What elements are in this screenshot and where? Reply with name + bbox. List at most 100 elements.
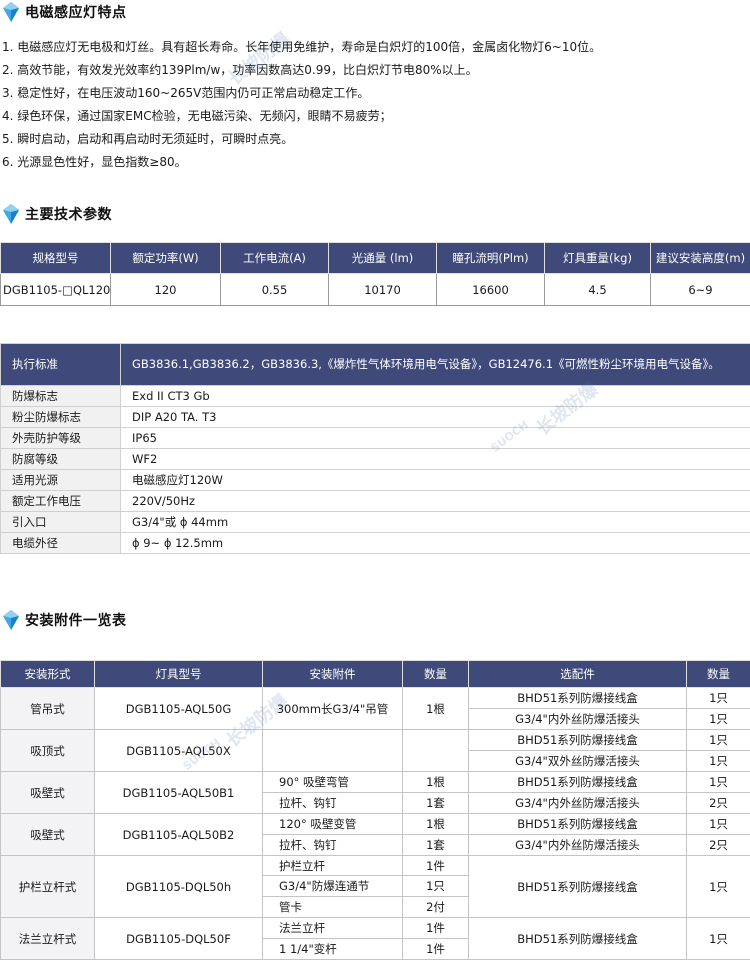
option-name: G3/4"双外丝防爆活接头 bbox=[468, 750, 687, 772]
table-row: 吸壁式 DGB1105-AQL50B1 90° 吸壁弯管 1根 BHD51系列防… bbox=[0, 771, 750, 814]
accessory-header: 安装形式 bbox=[0, 660, 95, 688]
spec-cell: 16600 bbox=[436, 273, 545, 306]
feature-item: 3. 稳定性好，在电压波动160~265V范围内仍可正常启动稳定工作。 bbox=[2, 86, 370, 100]
param-label: 电缆外径 bbox=[0, 532, 121, 554]
option-name: BHD51系列防爆接线盒 bbox=[468, 771, 687, 793]
option-name: BHD51系列防爆接线盒 bbox=[468, 687, 687, 709]
fitting-name: 300mm长G3/4"吊管 bbox=[262, 687, 403, 730]
param-header-label: 执行标准 bbox=[0, 343, 121, 386]
lamp-model: DGB1105-AQL50G bbox=[94, 687, 263, 730]
option-qty: 1只 bbox=[686, 855, 750, 918]
accessory-header: 灯具型号 bbox=[94, 660, 263, 688]
param-label: 粉尘防爆标志 bbox=[0, 406, 121, 428]
option-name: BHD51系列防爆接线盒 bbox=[468, 813, 687, 835]
spec-header: 光通量 (lm) bbox=[328, 242, 437, 274]
fitting-qty: 1根 bbox=[402, 687, 469, 730]
spec-cell: 6~9 bbox=[650, 273, 750, 306]
param-value: WF2 bbox=[120, 448, 750, 470]
feature-list: 1. 电磁感应灯无电极和灯丝。具有超长寿命。长年使用免维护，寿命是白炽灯的100… bbox=[0, 36, 750, 174]
param-value: 电磁感应灯120W bbox=[120, 469, 750, 491]
param-header-row: 执行标准 GB3836.1,GB3836.2，GB3836.3,《爆炸性气体环境… bbox=[0, 343, 750, 386]
diamond-icon bbox=[3, 610, 19, 630]
spec-header-row: 规格型号 额定功率(W) 工作电流(A) 光通量 (lm) 瞳孔流明(Plm) … bbox=[0, 242, 750, 274]
spec-value-row: DGB1105-□QL120 120 0.55 10170 16600 4.5 … bbox=[0, 273, 750, 306]
accessory-header: 数量 bbox=[402, 660, 469, 688]
option-qty: 1只 bbox=[686, 729, 750, 751]
fitting-qty: 2付 bbox=[402, 896, 469, 918]
table-row: 护栏立杆式 DGB1105-DQL50h 护栏立杆 1件 BHD51系列防爆接线… bbox=[0, 855, 750, 918]
specs-title: 主要技术参数 bbox=[25, 207, 112, 223]
param-label: 防爆标志 bbox=[0, 385, 121, 407]
param-value: Exd II CT3 Gb bbox=[120, 385, 750, 407]
spec-header: 额定功率(W) bbox=[110, 242, 221, 274]
spec-header: 灯具重量(kg) bbox=[544, 242, 651, 274]
param-row: 额定工作电压 220V/50Hz bbox=[0, 490, 750, 512]
accessories-heading: 安装附件一览表 bbox=[0, 608, 127, 632]
fitting-name: G3/4"防爆连通节 bbox=[262, 875, 403, 897]
feature-item: 1. 电磁感应灯无电极和灯丝。具有超长寿命。长年使用免维护，寿命是白炽灯的100… bbox=[2, 40, 602, 54]
spec-table: 规格型号 额定功率(W) 工作电流(A) 光通量 (lm) 瞳孔流明(Plm) … bbox=[0, 242, 750, 306]
param-row: 适用光源 电磁感应灯120W bbox=[0, 469, 750, 491]
accessory-header: 选配件 bbox=[468, 660, 687, 688]
param-row: 防腐等级 WF2 bbox=[0, 448, 750, 470]
option-name: G3/4"内外丝防爆活接头 bbox=[468, 834, 687, 856]
param-value: IP65 bbox=[120, 427, 750, 449]
param-label: 适用光源 bbox=[0, 469, 121, 491]
install-form: 法兰立杆式 bbox=[0, 917, 95, 960]
fitting-qty: 1件 bbox=[402, 855, 469, 876]
option-qty: 1只 bbox=[686, 708, 750, 730]
fitting-qty: 1套 bbox=[402, 834, 469, 856]
feature-item: 5. 瞬时启动，启动和再启动时无须延时，可瞬时点亮。 bbox=[2, 132, 294, 146]
fitting-name: 拉杆、钩钉 bbox=[262, 792, 403, 814]
fitting-qty: 1件 bbox=[402, 938, 469, 960]
spec-cell: 120 bbox=[110, 273, 221, 306]
install-form: 管吊式 bbox=[0, 687, 95, 730]
fitting-name: 120° 吸壁变管 bbox=[262, 813, 403, 835]
option-name: G3/4"内外丝防爆活接头 bbox=[468, 792, 687, 814]
table-row: 吸顶式 DGB1105-AQL50X BHD51系列防爆接线盒 1只 bbox=[0, 729, 750, 772]
diamond-icon bbox=[3, 2, 19, 22]
spec-header: 规格型号 bbox=[0, 242, 111, 274]
param-label: 额定工作电压 bbox=[0, 490, 121, 512]
param-row: 引入口 G3/4"或 ϕ 44mm bbox=[0, 511, 750, 533]
features-title: 电磁感应灯特点 bbox=[25, 5, 127, 21]
param-row: 防爆标志 Exd II CT3 Gb bbox=[0, 385, 750, 407]
option-qty: 2只 bbox=[686, 834, 750, 856]
fitting-name: 1 1/4"变杆 bbox=[262, 938, 403, 960]
install-form: 护栏立杆式 bbox=[0, 855, 95, 918]
option-qty: 1只 bbox=[686, 750, 750, 772]
spec-cell: 10170 bbox=[328, 273, 437, 306]
param-row: 电缆外径 ϕ 9~ ϕ 12.5mm bbox=[0, 532, 750, 554]
param-label: 引入口 bbox=[0, 511, 121, 533]
param-row: 外壳防护等级 IP65 bbox=[0, 427, 750, 449]
accessory-header: 安装附件 bbox=[262, 660, 403, 688]
table-row: 法兰立杆式 DGB1105-DQL50F 法兰立杆 1件 BHD51系列防爆接线… bbox=[0, 917, 750, 960]
param-value: ϕ 9~ ϕ 12.5mm bbox=[120, 532, 750, 554]
param-row: 粉尘防爆标志 DIP A20 TA. T3 bbox=[0, 406, 750, 428]
option-name: BHD51系列防爆接线盒 bbox=[468, 855, 687, 918]
diamond-icon bbox=[3, 204, 19, 224]
fitting-qty: 1只 bbox=[402, 875, 469, 897]
install-form: 吸顶式 bbox=[0, 729, 95, 772]
feature-item: 2. 高效节能，有效发光效率约139Plm/w，功率因数高达0.99，比白炽灯节… bbox=[2, 63, 478, 77]
lamp-model: DGB1105-AQL50B2 bbox=[94, 813, 263, 856]
option-qty: 1只 bbox=[686, 687, 750, 709]
feature-item: 6. 光源显色性好，显色指数≥80。 bbox=[2, 155, 187, 169]
fitting-name bbox=[262, 729, 403, 772]
table-row: 管吊式 DGB1105-AQL50G 300mm长G3/4"吊管 1根 BHD5… bbox=[0, 687, 750, 730]
fitting-name: 90° 吸壁弯管 bbox=[262, 771, 403, 793]
param-label: 防腐等级 bbox=[0, 448, 121, 470]
install-form: 吸壁式 bbox=[0, 771, 95, 814]
feature-item: 4. 绿色环保，通过国家EMC检验，无电磁污染、无频闪，眼睛不易疲劳； bbox=[2, 109, 392, 123]
option-name: G3/4"内外丝防爆活接头 bbox=[468, 708, 687, 730]
fitting-qty: 1套 bbox=[402, 792, 469, 814]
option-name: BHD51系列防爆接线盒 bbox=[468, 917, 687, 960]
option-name: BHD51系列防爆接线盒 bbox=[468, 729, 687, 751]
spec-cell: 0.55 bbox=[220, 273, 329, 306]
fitting-qty: 1根 bbox=[402, 813, 469, 835]
param-header-value: GB3836.1,GB3836.2，GB3836.3,《爆炸性气体环境用电气设备… bbox=[120, 343, 750, 386]
install-form: 吸壁式 bbox=[0, 813, 95, 856]
param-value: G3/4"或 ϕ 44mm bbox=[120, 511, 750, 533]
specs-heading: 主要技术参数 bbox=[0, 202, 112, 226]
lamp-model: DGB1105-AQL50B1 bbox=[94, 771, 263, 814]
